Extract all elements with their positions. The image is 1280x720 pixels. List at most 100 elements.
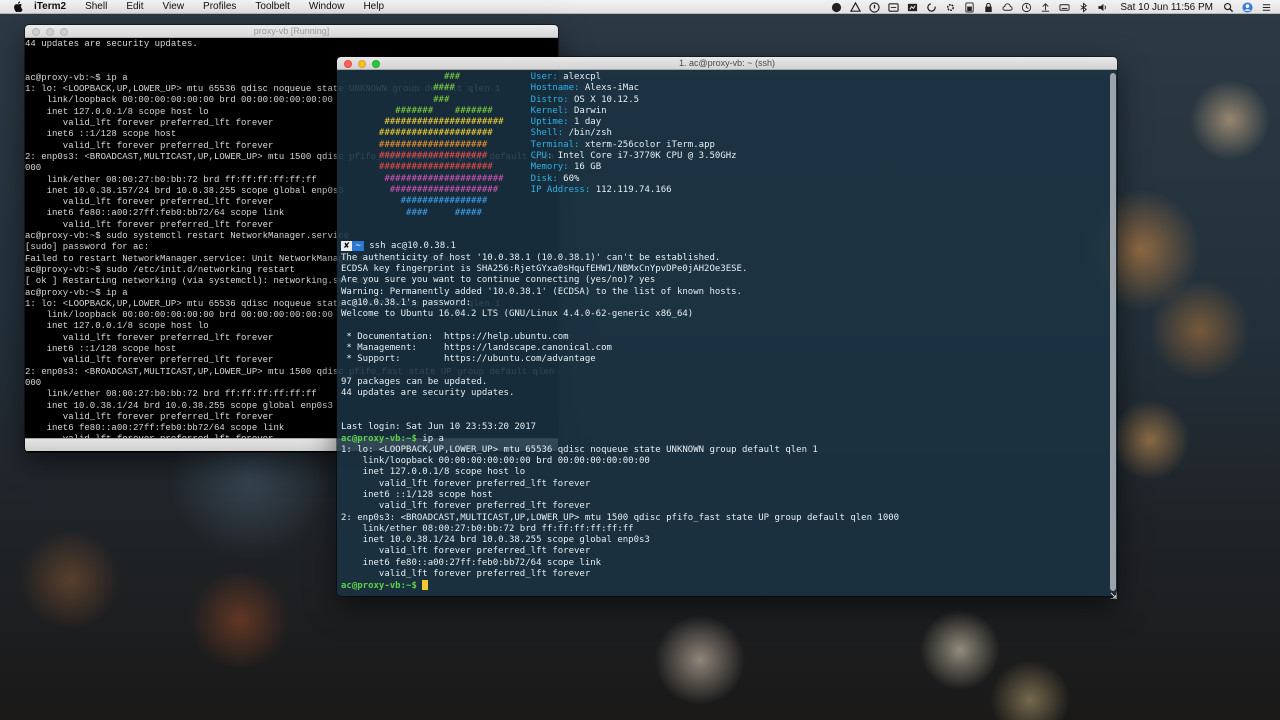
resize-grip-icon[interactable]: ⇲ [1110, 592, 1120, 602]
vb-line-text: link/ether 08:00:27:b0:bb:72 brd ff:ff:f… [25, 389, 317, 400]
lock-icon[interactable] [983, 2, 994, 13]
neofetch-row: ##################### Memory: 16 GB [341, 162, 1117, 173]
neofetch-row: ###################### Uptime: 1 day [341, 117, 1117, 128]
output-text: valid_lft forever preferred_lft forever [341, 478, 591, 489]
ip-output-line: valid_lft forever preferred_lft forever [341, 479, 1117, 490]
menu-help[interactable]: Help [363, 1, 384, 12]
battery-icon[interactable] [964, 1, 975, 13]
output-text: valid_lft forever preferred_lft forever [341, 569, 591, 580]
vb-minimize-button[interactable] [46, 28, 54, 36]
vb-window-controls [32, 28, 74, 36]
vb-console-line: 44 updates are security updates. [25, 39, 558, 50]
vb-line-text: 000 [25, 377, 42, 388]
iterm-minimize-button[interactable] [358, 60, 366, 68]
bluetooth-icon[interactable] [1078, 1, 1089, 13]
apple-ascii-logo-row: ### [341, 94, 531, 105]
ssh-output-line: * Support: https://ubuntu.com/advantage [341, 354, 1117, 365]
ssh-output-line: The authenticity of host '10.0.38.1 (10.… [341, 253, 1117, 264]
neofetch-info-value: 16 GB [574, 162, 602, 173]
dropbox-icon[interactable] [831, 2, 842, 13]
vb-line-text: valid_lft forever preferred_lft forever [25, 219, 274, 230]
apple-ascii-logo-row: ###################### [341, 117, 531, 128]
iterm-titlebar[interactable]: 1. ac@proxy-vb: ~ (ssh) [337, 57, 1117, 70]
vb-titlebar[interactable]: proxy-vb [Running] [25, 25, 558, 38]
neofetch-info-value: /bin/zsh [568, 128, 612, 139]
menu-app-name[interactable]: iTerm2 [34, 1, 66, 12]
drive-icon[interactable] [850, 1, 862, 13]
neofetch-row: ####### ####### Kernel: Darwin [341, 106, 1117, 117]
neofetch-info-key: Uptime: [530, 117, 569, 128]
prompt-status-segment: ✘ [341, 241, 353, 252]
menu-edit[interactable]: Edit [126, 1, 143, 12]
vb-line-text: inet6 ::1/128 scope host [25, 129, 177, 140]
ip-output-line: link/ether 08:00:27:b0:bb:72 brd ff:ff:f… [341, 524, 1117, 535]
apple-ascii-logo-row: #################### [341, 139, 531, 150]
neofetch-row: ### Distro: OS X 10.12.5 [341, 95, 1117, 106]
status-area: Sat 10 Jun 11:56 PM [831, 0, 1280, 14]
vb-close-button[interactable] [32, 28, 40, 36]
user-icon[interactable] [1242, 1, 1253, 13]
iterm-scrollbar[interactable] [1110, 73, 1116, 591]
neofetch-info-key: IP Address: [530, 184, 591, 195]
output-text: Welcome to Ubuntu 16.04.2 LTS (GNU/Linux… [341, 309, 694, 320]
menu-bar: iTerm2 Shell Edit View Profiles Toolbelt… [0, 0, 1280, 14]
ip-output-line: valid_lft forever preferred_lft forever [341, 501, 1117, 512]
remote-command-line: ac@proxy-vb:~$ ip a [341, 434, 1117, 445]
output-text: ECDSA key fingerprint is SHA256:RjetGYxa… [341, 264, 748, 275]
alert-icon[interactable] [869, 1, 881, 13]
neofetch-info-value: 60% [563, 173, 580, 184]
menubar-clock[interactable]: Sat 10 Jun 11:56 PM [1120, 2, 1213, 13]
vb-line-text: link/ether 08:00:27:b0:bb:72 brd ff:ff:f… [25, 174, 317, 185]
vb-window-title: proxy-vb [Running] [253, 26, 330, 36]
menu-view[interactable]: View [163, 1, 185, 12]
vb-zoom-button[interactable] [60, 28, 68, 36]
apple-ascii-logo-row: #### ##### [341, 207, 531, 218]
wifi-monitor-icon[interactable] [907, 2, 918, 13]
ssh-output-line: 44 updates are security updates. [341, 388, 1117, 399]
output-text: Are you sure you want to continue connec… [341, 275, 656, 286]
apple-icon[interactable] [12, 1, 24, 12]
vb-line-text: valid_lft forever preferred_lft forever [25, 140, 274, 151]
menu-window[interactable]: Window [309, 1, 345, 12]
neofetch-info-key: CPU: [530, 151, 553, 162]
menu-toolbelt[interactable]: Toolbelt [255, 1, 289, 12]
neofetch-info-value: Alexs-iMac [584, 83, 640, 94]
cloud-icon[interactable] [1002, 2, 1013, 13]
ssh-output-line [341, 321, 1117, 332]
apple-ascii-logo-row: ####### ####### [341, 105, 531, 116]
ssh-output-line: * Management: https://landscape.canonica… [341, 343, 1117, 354]
vb-line-text: valid_lft forever preferred_lft forever [25, 118, 274, 129]
menu-profiles[interactable]: Profiles [203, 1, 236, 12]
upload-icon[interactable] [1040, 2, 1051, 13]
vb-line-text: inet 10.0.38.157/24 brd 10.0.38.255 scop… [25, 185, 344, 196]
neofetch-row: ################ [341, 196, 1117, 207]
final-prompt-line: ac@proxy-vb:~$ [341, 580, 1117, 592]
vb-line-text: [ ok ] Restarting networking (via system… [25, 276, 377, 287]
iterm-window[interactable]: 1. ac@proxy-vb: ~ (ssh) ### User: alexcp… [337, 57, 1117, 596]
menu-shell[interactable]: Shell [85, 1, 107, 12]
volume-icon[interactable] [1097, 2, 1108, 13]
output-text: ac@10.0.38.1's password: [341, 297, 472, 308]
keyboard-icon[interactable] [1059, 2, 1070, 13]
history-icon[interactable] [1021, 2, 1032, 13]
settings-icon[interactable] [945, 2, 956, 13]
notification-center-icon[interactable] [1261, 2, 1272, 13]
vb-line-text: [sudo] password for ac: [25, 242, 150, 253]
iterm-zoom-button[interactable] [372, 60, 380, 68]
output-text: link/ether 08:00:27:b0:bb:72 brd ff:ff:f… [341, 523, 634, 534]
vpn-icon[interactable] [888, 2, 899, 13]
neofetch-info-value: 112.119.74.166 [595, 184, 672, 195]
iterm-close-button[interactable] [344, 60, 352, 68]
neofetch-info-value: Intel Core i7-3770K CPU @ 3.50GHz [557, 151, 737, 162]
spotlight-icon[interactable] [1223, 2, 1234, 13]
ip-output-line: inet 10.0.38.1/24 brd 10.0.38.255 scope … [341, 535, 1117, 546]
neofetch-row: ### User: alexcpl [341, 72, 1117, 83]
output-text: 44 updates are security updates. [341, 388, 515, 399]
ip-output-line: 1: lo: <LOOPBACK,UP,LOWER_UP> mtu 65536 … [341, 445, 1117, 456]
neofetch-info-key: Hostname: [530, 83, 580, 94]
sync-icon[interactable] [926, 2, 937, 13]
vb-line-text: valid_lft forever preferred_lft forever [25, 355, 274, 366]
iterm-terminal-output[interactable]: ### User: alexcpl #### Hostname: Alexs-i… [337, 70, 1117, 596]
apple-ascii-logo-row: ##################### [341, 162, 531, 173]
